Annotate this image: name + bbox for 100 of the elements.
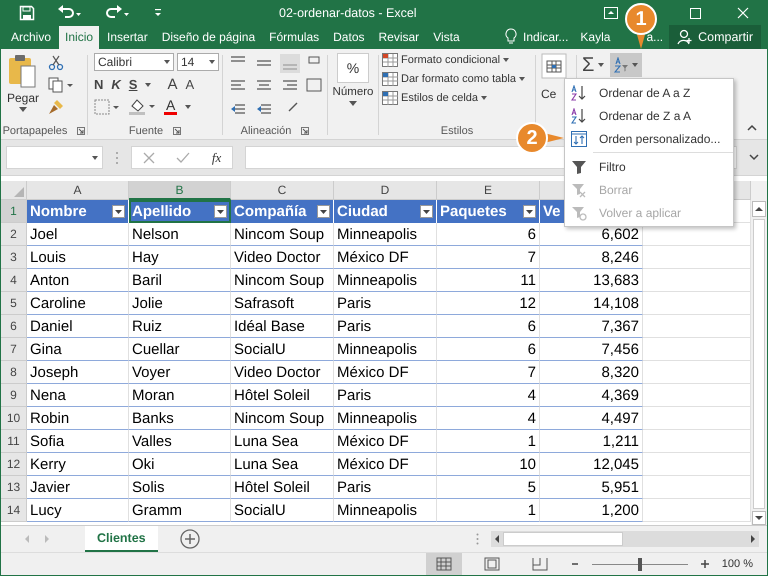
row-header[interactable]: 5 xyxy=(1,292,27,315)
filter-dropdown-icon[interactable] xyxy=(112,205,125,218)
insert-function-button[interactable]: fx xyxy=(212,150,222,166)
table-cell: Minneapolis xyxy=(334,223,437,246)
table-style-icon xyxy=(382,72,398,86)
maximize-icon[interactable] xyxy=(690,8,701,19)
styles-menu-button[interactable]: Formato condicional xyxy=(382,53,532,68)
filter-dropdown-icon[interactable] xyxy=(214,205,227,218)
row-header[interactable]: 6 xyxy=(1,315,27,338)
ribbon-tab[interactable]: Diseño de página xyxy=(156,26,262,50)
row-header[interactable]: 12 xyxy=(1,453,27,476)
fill-color-icon[interactable] xyxy=(128,98,156,116)
caret-icon xyxy=(19,107,27,112)
borders-icon[interactable] xyxy=(94,99,120,116)
font-size-field[interactable]: 14 xyxy=(177,53,219,72)
ribbon-tab[interactable]: Archivo xyxy=(5,26,58,50)
caret-icon xyxy=(481,96,488,100)
filter-dropdown-icon[interactable] xyxy=(420,205,433,218)
scroll-down-icon[interactable] xyxy=(752,511,766,525)
ribbon-tab[interactable]: Fórmulas xyxy=(263,26,326,50)
ribbon-display-icon[interactable] xyxy=(604,7,618,20)
scroll-thumb[interactable] xyxy=(753,219,765,509)
row-header[interactable]: 4 xyxy=(1,269,27,292)
row-header[interactable]: 13 xyxy=(1,476,27,499)
launcher-icon[interactable] xyxy=(173,127,182,136)
row-header[interactable]: 8 xyxy=(1,361,27,384)
number-format-button[interactable]: % Número xyxy=(331,49,375,124)
styles-menu-button[interactable]: Dar formato como tabla xyxy=(382,72,532,86)
table-header-cell[interactable]: Ciudad xyxy=(334,200,437,223)
row-header[interactable]: 1 xyxy=(1,200,27,223)
scissors-icon[interactable] xyxy=(48,55,64,72)
table-style-icon xyxy=(382,53,398,68)
autosum-button[interactable]: Σ xyxy=(580,53,606,78)
expand-icon[interactable] xyxy=(749,154,759,162)
row-header[interactable]: 14 xyxy=(1,499,27,522)
italic-button[interactable]: K xyxy=(111,77,121,92)
row-header[interactable]: 10 xyxy=(1,407,27,430)
table-header-cell[interactable]: Compañía xyxy=(231,200,334,223)
table-cell: Video Doctor xyxy=(231,361,334,384)
ribbon-tab[interactable]: Revisar xyxy=(372,26,426,50)
table-header-cell[interactable]: Nombre xyxy=(27,200,129,223)
scroll-thumb[interactable] xyxy=(503,532,623,546)
filter-dropdown-icon[interactable] xyxy=(523,205,536,218)
zoom-in-icon[interactable] xyxy=(700,559,710,569)
table-cell: 4,369 xyxy=(540,384,643,407)
table-cell: Minneapolis xyxy=(334,407,437,430)
scroll-up-icon[interactable] xyxy=(752,201,766,217)
row-header[interactable]: 9 xyxy=(1,384,27,407)
user-name[interactable]: Kayla xyxy=(580,30,610,44)
column-header[interactable]: D xyxy=(334,181,437,200)
table-header-cell[interactable]: Apellido xyxy=(129,200,231,223)
table-cell: Nena xyxy=(27,384,129,407)
copy-icon[interactable] xyxy=(48,77,74,94)
collapse-ribbon-icon[interactable] xyxy=(747,124,757,132)
row-header[interactable]: 2 xyxy=(1,223,27,246)
column-header[interactable]: A xyxy=(27,181,129,200)
caret-icon xyxy=(503,58,510,62)
column-header[interactable]: B xyxy=(129,181,231,200)
caret-icon[interactable] xyxy=(145,82,152,87)
table-cell: Paris xyxy=(334,292,437,315)
underline-button[interactable]: S xyxy=(128,77,138,92)
tell-me-field[interactable]: Indicar... xyxy=(523,30,568,44)
row-header[interactable]: 7 xyxy=(1,338,27,361)
ribbon-tab[interactable]: Datos xyxy=(327,26,370,50)
close-icon[interactable] xyxy=(737,7,749,20)
grid-icon xyxy=(436,557,452,571)
user-name[interactable]: a... xyxy=(646,30,664,44)
column-header[interactable]: C xyxy=(231,181,334,200)
menu-item[interactable]: Orden personalizado... xyxy=(565,127,733,150)
caret-icon[interactable] xyxy=(185,105,192,110)
font-name-field[interactable]: Calibri xyxy=(94,53,174,72)
filter-dropdown-icon[interactable] xyxy=(317,205,330,218)
zoom-level[interactable]: 100 % xyxy=(722,558,753,570)
format-painter-icon[interactable] xyxy=(48,99,64,116)
font-color-button[interactable]: A xyxy=(164,99,178,116)
paste-button[interactable]: Pegar xyxy=(4,53,42,124)
column-header[interactable]: E xyxy=(437,181,540,200)
sheet-tab[interactable]: Clientes xyxy=(85,526,158,552)
check-icon[interactable] xyxy=(176,152,190,164)
table-cell: 5,951 xyxy=(540,476,643,499)
launcher-icon[interactable] xyxy=(301,127,310,136)
add-sheet-icon[interactable] xyxy=(180,529,200,549)
row-header[interactable]: 3 xyxy=(1,246,27,269)
drag-handle-icon[interactable] xyxy=(115,150,119,165)
launcher-icon[interactable] xyxy=(77,127,86,136)
grow-font-button[interactable]: A xyxy=(167,76,178,94)
styles-menu-button[interactable]: Estilos de celda xyxy=(382,91,532,106)
shrink-font-button[interactable]: A xyxy=(185,77,194,92)
ribbon-tab[interactable]: Vista xyxy=(427,26,466,50)
table-header-cell[interactable]: Paquetes xyxy=(437,200,540,223)
row-header[interactable]: 11 xyxy=(1,430,27,453)
normal-view-button[interactable] xyxy=(426,553,462,575)
bold-button[interactable]: N xyxy=(94,77,104,92)
table-cell: Idéal Base xyxy=(231,315,334,338)
sort-filter-button[interactable] xyxy=(610,53,642,78)
share-button[interactable]: Compartir xyxy=(669,25,761,50)
ribbon-tab[interactable]: Inicio xyxy=(59,26,100,50)
menu-item[interactable]: Filtro xyxy=(565,155,733,178)
save-icon[interactable] xyxy=(19,5,35,22)
ribbon-tab[interactable]: Insertar xyxy=(101,26,154,50)
